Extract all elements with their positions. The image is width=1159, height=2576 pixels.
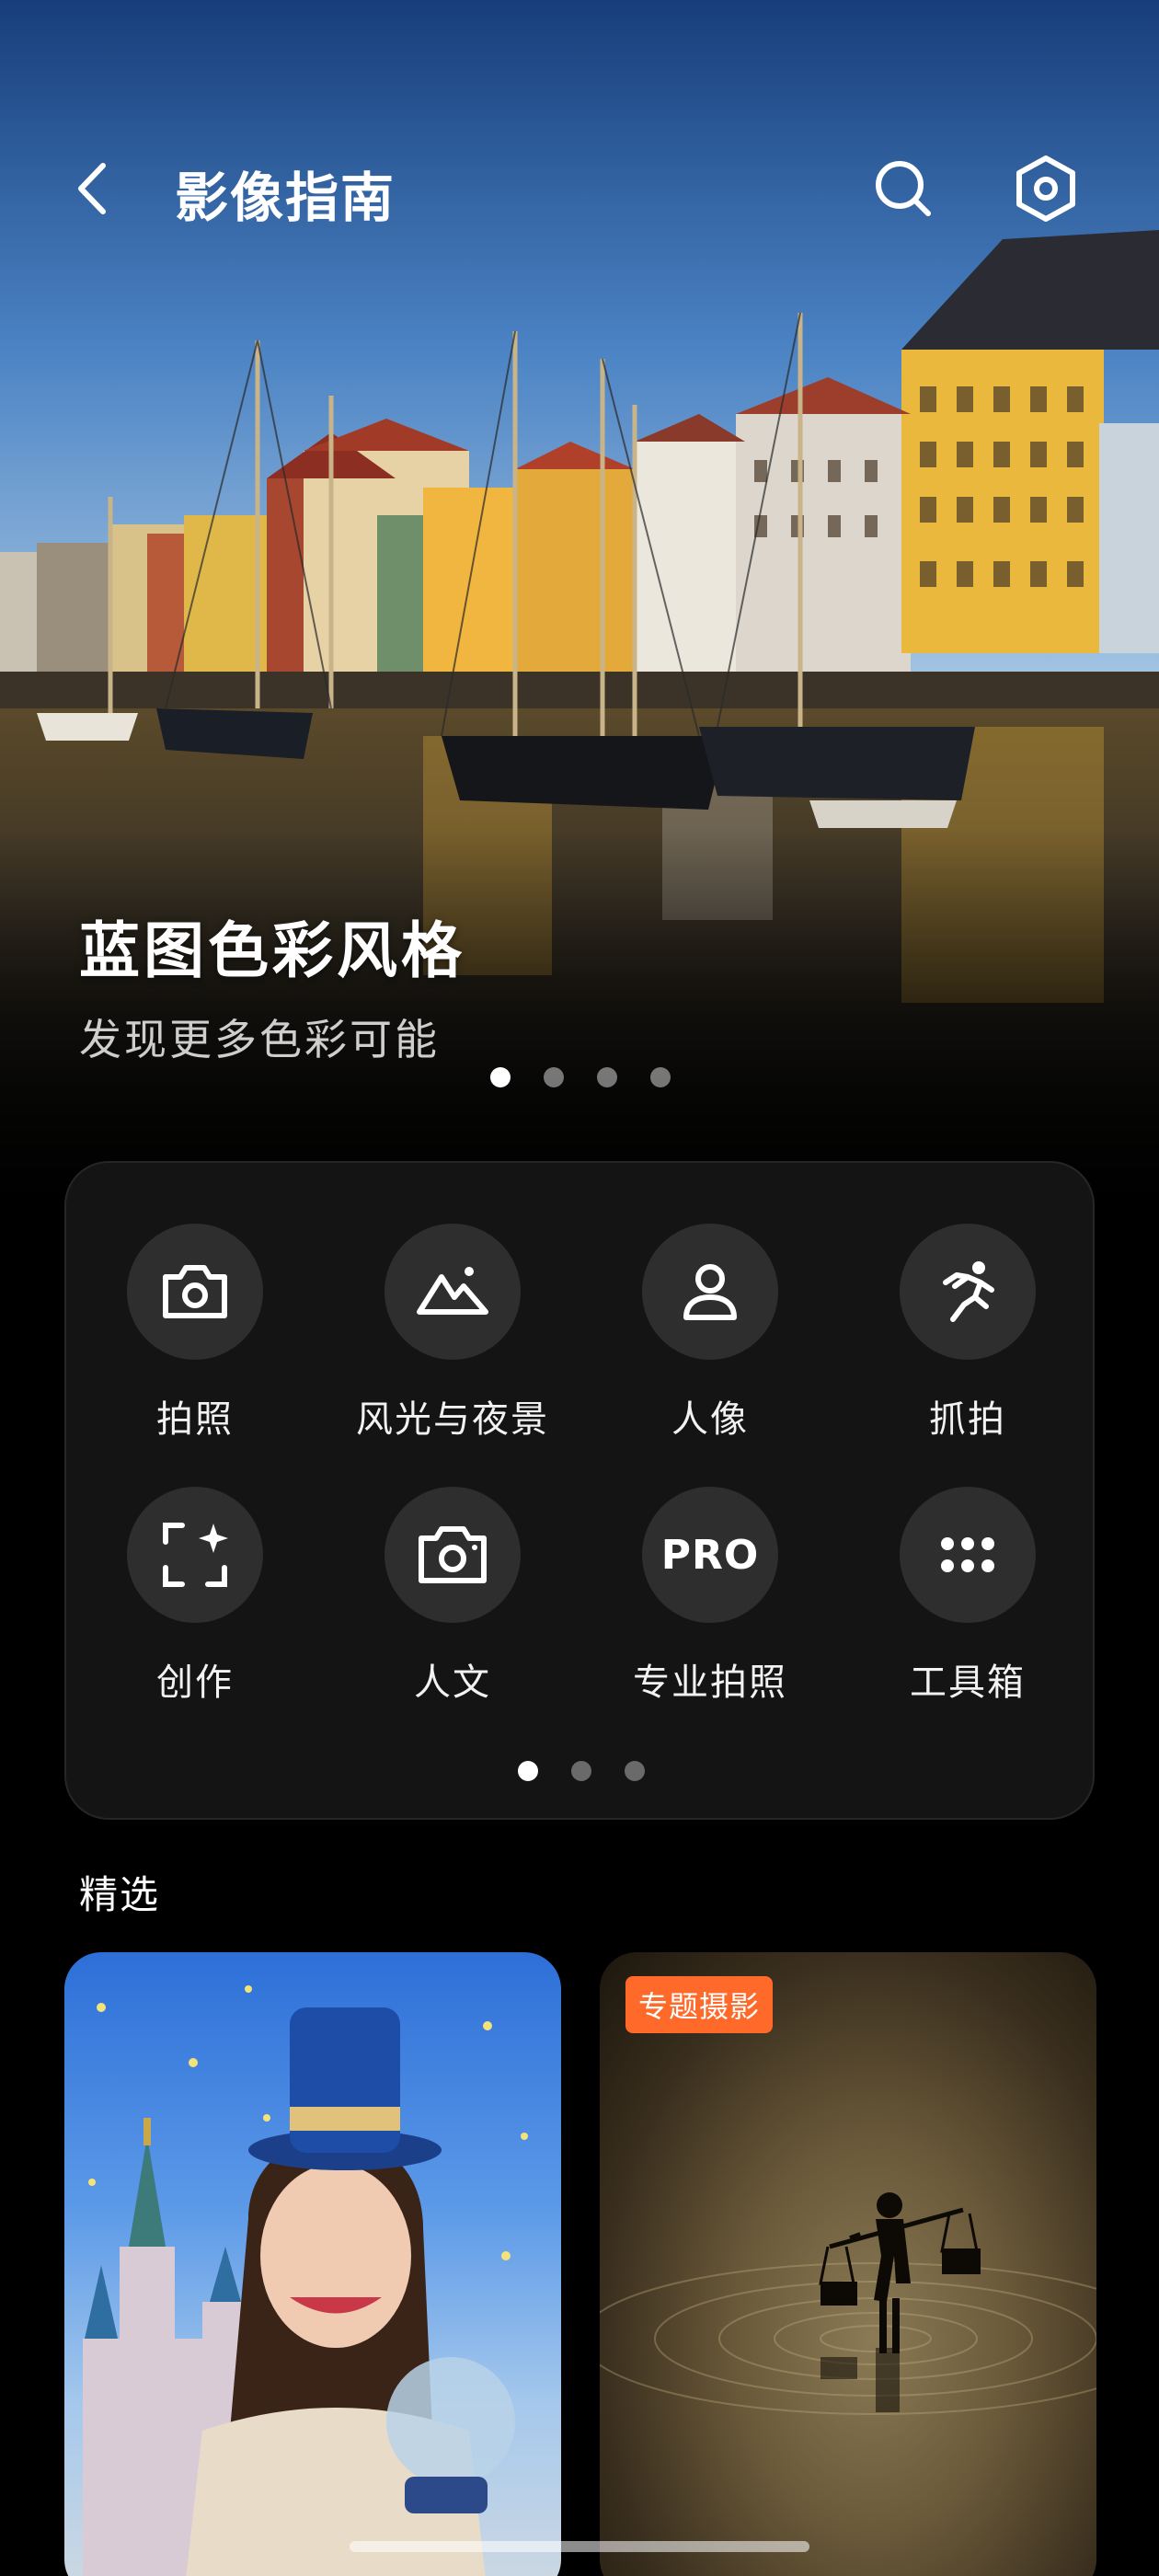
shooting-modes-panel: 拍照 风光与夜景 人像 抓拍 创作 人文 PRO 专业拍照 工具箱 <box>64 1161 1095 1820</box>
hero-dot-1[interactable] <box>490 1067 511 1087</box>
mode-icon-circle <box>127 1487 263 1623</box>
mountain-icon <box>417 1267 488 1315</box>
mode-icon-circle <box>900 1487 1036 1623</box>
home-indicator[interactable] <box>350 2541 809 2552</box>
mode-icon-circle: PRO <box>642 1487 778 1623</box>
modes-dot-3[interactable] <box>625 1761 645 1781</box>
mode-toolbox[interactable]: 工具箱 <box>839 1487 1096 1706</box>
mode-landscape-night[interactable]: 风光与夜景 <box>324 1224 581 1443</box>
mode-icon-circle <box>900 1224 1036 1360</box>
mode-snapshot[interactable]: 抓拍 <box>839 1224 1096 1443</box>
search-button[interactable] <box>869 155 937 223</box>
running-icon <box>943 1261 994 1322</box>
mode-label: 创作 <box>156 1662 234 1704</box>
hero-banner[interactable]: 影像指南 蓝图色彩风格 发现更多色彩可能 <box>0 0 1159 1214</box>
mode-icon-circle <box>127 1224 263 1360</box>
mode-label: 专业拍照 <box>633 1662 787 1704</box>
modes-grid: 拍照 风光与夜景 人像 抓拍 创作 人文 PRO 专业拍照 工具箱 <box>66 1224 1096 1706</box>
mode-label: 人像 <box>671 1398 749 1441</box>
chevron-left-icon <box>78 163 106 214</box>
featured-card-castle-portrait[interactable] <box>64 1952 561 2576</box>
hero-caption: 蓝图色彩风格 发现更多色彩可能 <box>79 902 465 1067</box>
back-button[interactable] <box>64 156 129 221</box>
sparkle-frame-icon <box>163 1523 228 1587</box>
hero-subtitle: 发现更多色彩可能 <box>79 1015 440 1064</box>
lake-silhouette-illustration <box>600 2192 1096 2415</box>
mode-humanities[interactable]: 人文 <box>324 1487 581 1706</box>
mode-label: 工具箱 <box>910 1662 1026 1704</box>
mode-creative[interactable]: 创作 <box>66 1487 324 1706</box>
modes-dot-1[interactable] <box>518 1761 538 1781</box>
hero-dot-2[interactable] <box>544 1067 564 1087</box>
grid-dots-icon <box>941 1537 994 1572</box>
camera-outline-icon <box>419 1526 487 1583</box>
person-icon <box>683 1264 737 1320</box>
featured-card-lake-silhouette[interactable]: 专题摄影 <box>600 1952 1096 2576</box>
featured-section-title: 精选 <box>79 1872 161 1917</box>
top-bar: 影像指南 <box>0 138 1159 239</box>
settings-button[interactable] <box>1010 153 1082 224</box>
mode-icon-circle <box>384 1224 521 1360</box>
mode-icon-circle <box>642 1224 778 1360</box>
modes-dot-2[interactable] <box>571 1761 591 1781</box>
mode-label: 风光与夜景 <box>356 1398 549 1441</box>
search-icon <box>876 161 931 216</box>
mode-pro[interactable]: PRO 专业拍照 <box>581 1487 839 1706</box>
mode-label: 拍照 <box>156 1398 234 1441</box>
topic-photography-badge: 专题摄影 <box>625 1976 774 2033</box>
photography-guide-page: 影像指南 蓝图色彩风格 发现更多色彩可能 拍照 风光与夜景 人像 抓拍 创作 人… <box>0 0 1159 2576</box>
hero-title: 蓝图色彩风格 <box>79 915 465 986</box>
page-title: 影像指南 <box>175 167 396 229</box>
castle-portrait-illustration <box>83 1985 528 2576</box>
mode-label: 人文 <box>414 1662 491 1704</box>
modes-page-indicator <box>518 1761 645 1781</box>
mode-photo[interactable]: 拍照 <box>66 1224 324 1443</box>
hero-dot-4[interactable] <box>650 1067 671 1087</box>
mode-icon-circle <box>384 1487 521 1623</box>
hero-dot-3[interactable] <box>597 1067 617 1087</box>
mode-label: 抓拍 <box>929 1398 1006 1441</box>
pro-icon: PRO <box>660 1531 760 1579</box>
hero-page-indicator <box>490 1067 671 1087</box>
settings-hexagon-icon <box>1016 155 1075 222</box>
mode-portrait[interactable]: 人像 <box>581 1224 839 1443</box>
camera-icon <box>163 1265 227 1318</box>
